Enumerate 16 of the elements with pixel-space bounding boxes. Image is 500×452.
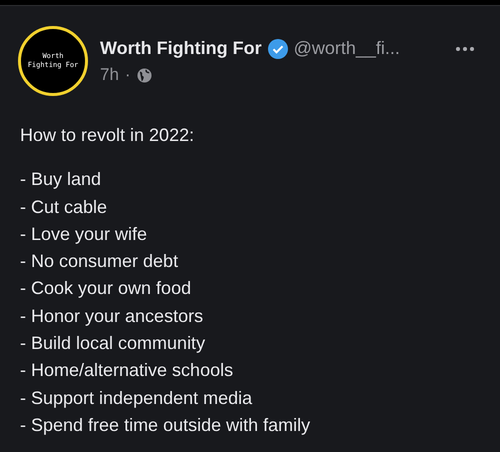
- globe-icon: [136, 68, 152, 82]
- post-text: - Buy land: [20, 168, 102, 192]
- post-text: - No consumer debt: [20, 250, 180, 274]
- post-text: - Cut cable: [20, 196, 108, 219]
- post-text: - Support independent media: [20, 386, 254, 410]
- post-time: 7h: [100, 65, 119, 85]
- post-text: - Home/alternative schools: [20, 359, 234, 382]
- separator-dot: ·: [124, 65, 131, 85]
- post-text: How to revolt in 2022:: [20, 124, 196, 147]
- post-text: - Love your wife: [20, 222, 148, 246]
- post-text: - Honor your ancestors: [20, 304, 204, 328]
- author-name[interactable]: Worth Fighting For: [100, 38, 262, 59]
- post-text: - Build local community: [20, 332, 206, 356]
- author-handle[interactable]: @worth__fi...: [294, 38, 400, 59]
- post-text: - Spend free time outside with family: [20, 414, 312, 437]
- post-text: - Cook your own food: [20, 277, 192, 300]
